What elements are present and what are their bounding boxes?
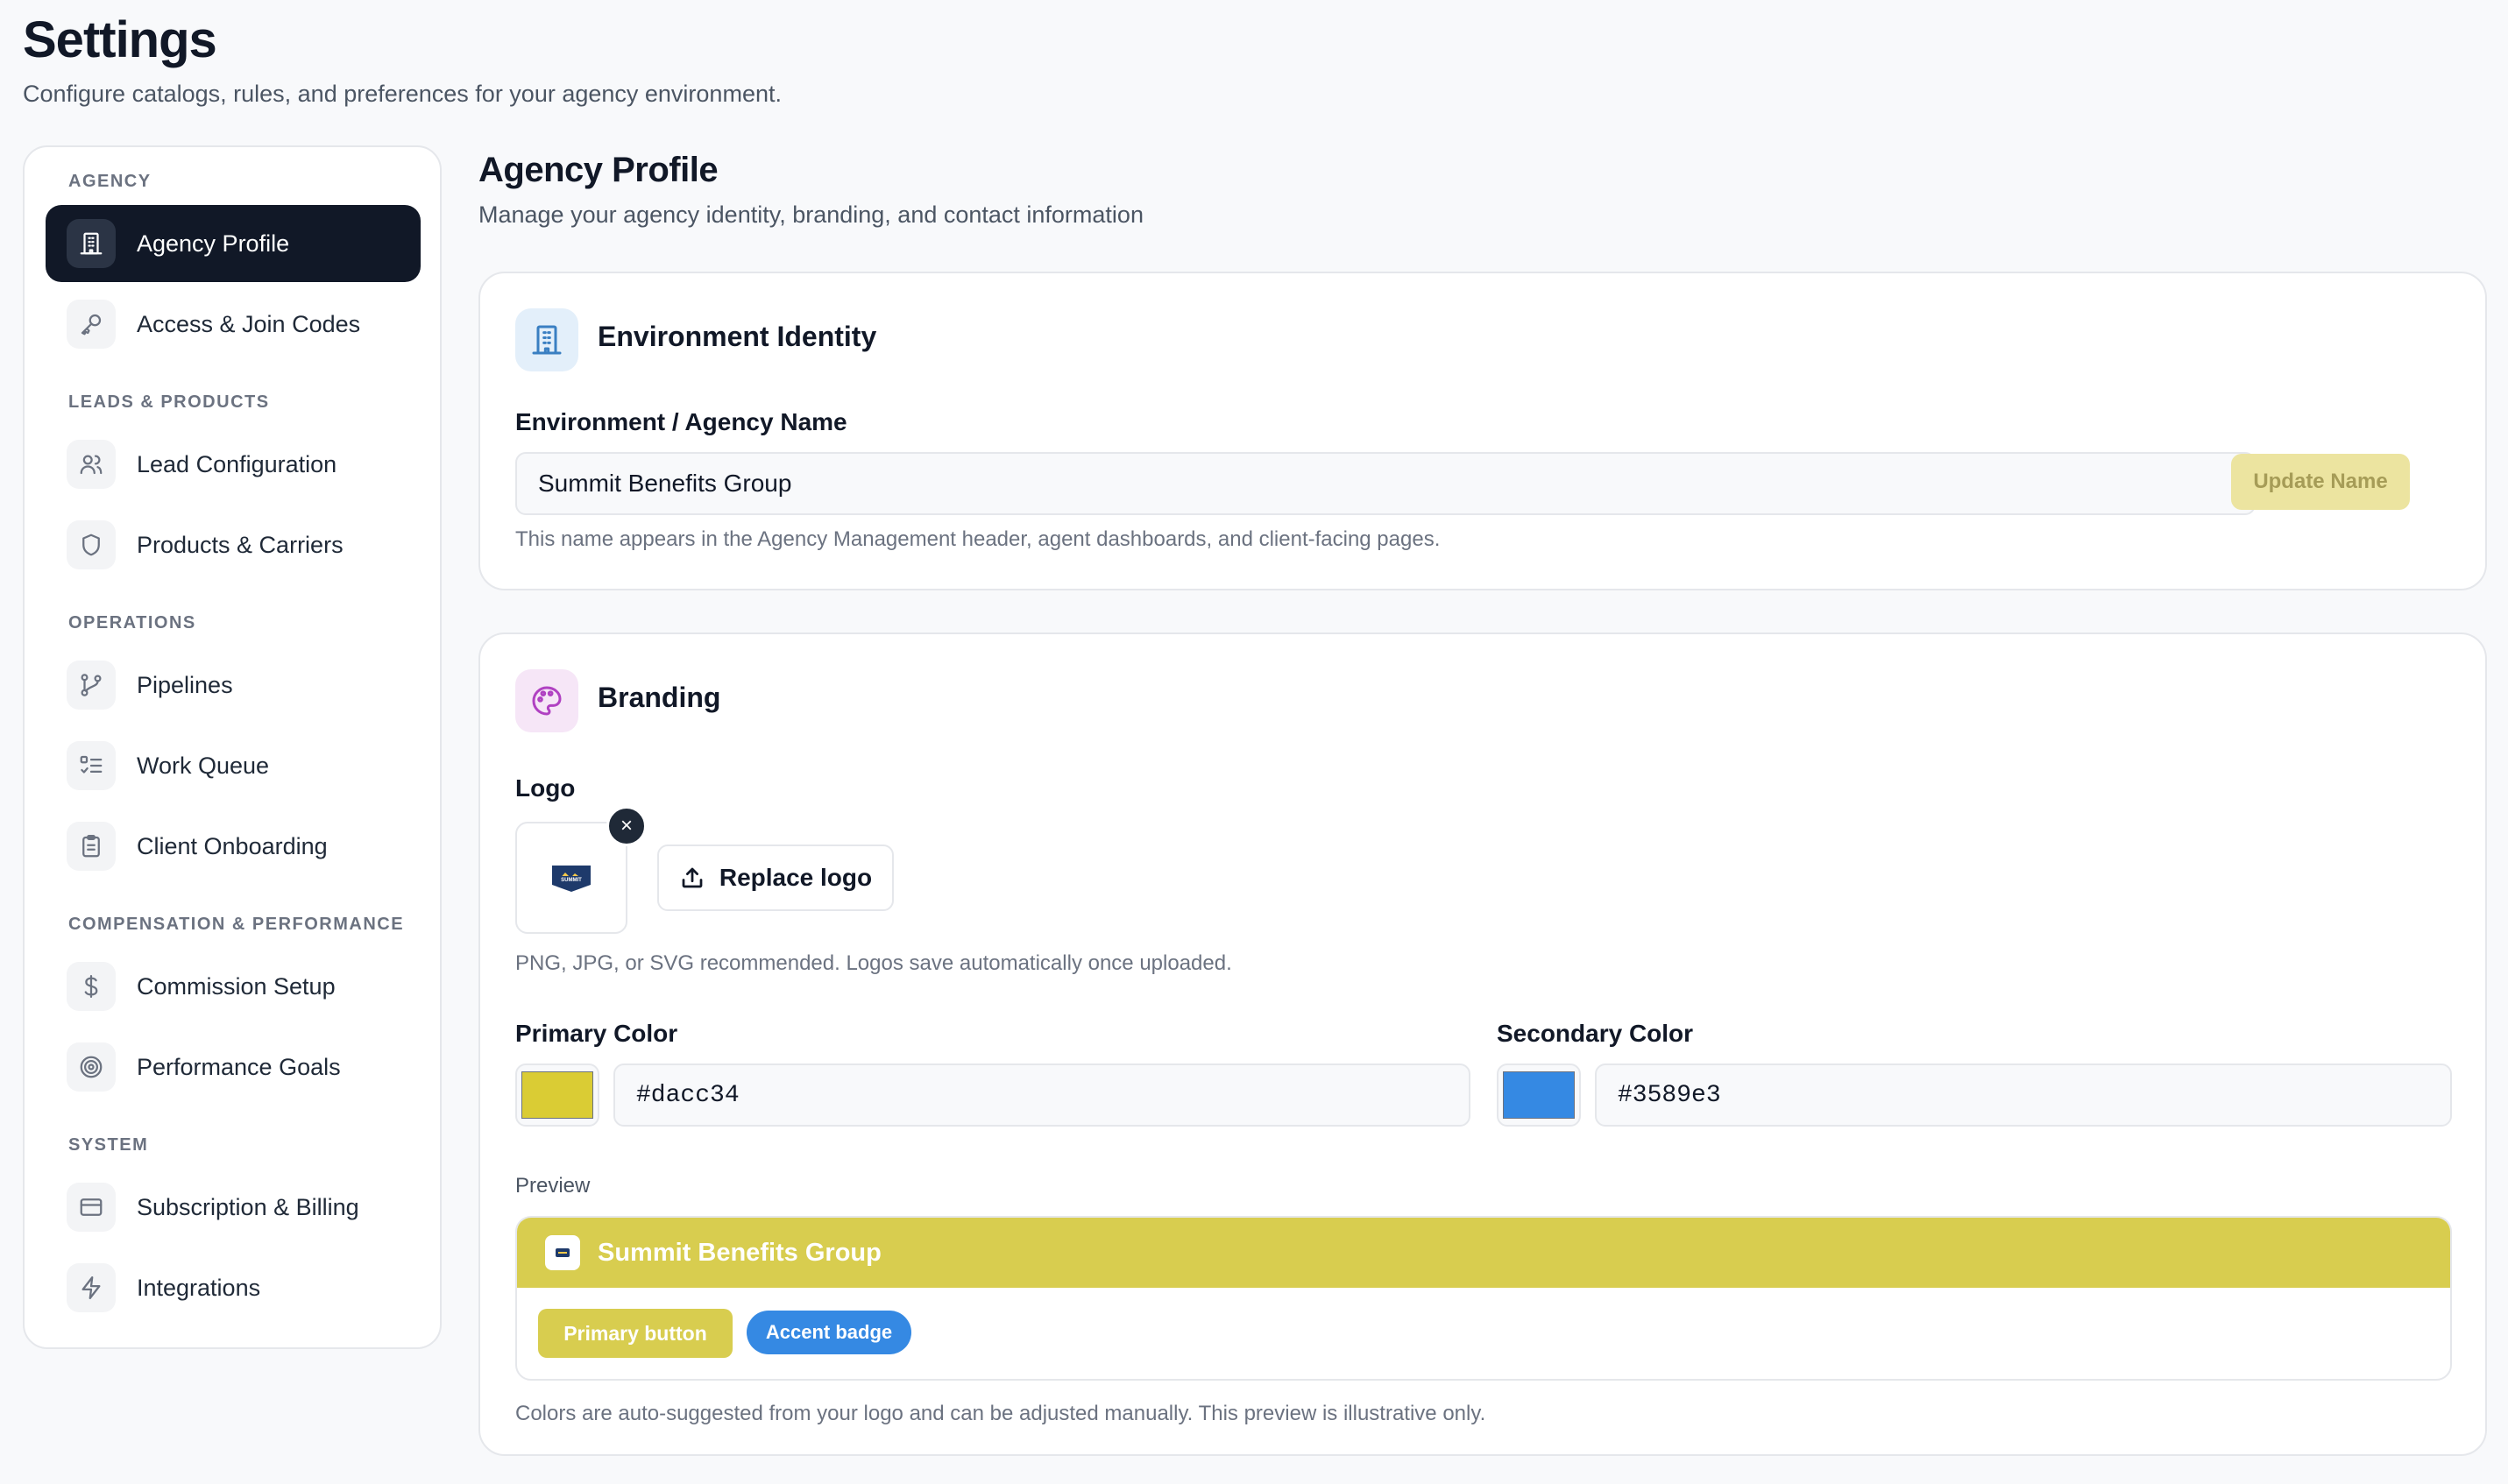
sidebar-item-label: Commission Setup [137,972,336,1000]
replace-logo-label: Replace logo [719,864,873,891]
sidebar-section-label: SYSTEM [68,1135,149,1155]
preview-help: Colors are auto-suggested from your logo… [515,1402,1486,1425]
card-title: Environment Identity [598,321,877,352]
building-icon [515,308,578,371]
preview-header-bar: Summit Benefits Group [517,1218,2450,1288]
credit-card-icon [67,1183,116,1232]
section-subtitle: Manage your agency identity, branding, a… [478,201,1144,228]
agency-name-label: Environment / Agency Name [515,408,847,435]
key-icon [67,300,116,349]
primary-color-picker[interactable] [515,1064,599,1127]
branding-preview: Summit Benefits Group Primary button Acc… [515,1216,2452,1381]
settings-sidebar: AGENCY Agency Profile Access & Join Codes L… [23,145,442,1349]
preview-label: Preview [515,1174,591,1198]
branding-card: Branding Logo SUMMIT × Replace logo PNG,… [478,632,2487,1456]
sidebar-item-label: Integrations [137,1274,261,1301]
list-checks-icon [67,741,116,790]
page-header: Settings Configure catalogs, rules, and … [23,7,782,108]
sidebar-item-integrations[interactable]: Integrations [46,1249,421,1326]
section-header: Agency Profile Manage your agency identi… [478,147,1144,229]
sidebar-section-label: AGENCY [68,172,152,191]
sidebar-item-label: Access & Join Codes [137,310,361,337]
page-title: Settings [23,11,217,68]
sidebar-item-label: Agency Profile [137,230,290,257]
palette-icon [515,669,578,732]
primary-color-swatch [521,1071,593,1119]
remove-logo-button[interactable]: × [606,806,647,846]
clipboard-icon [67,822,116,871]
zap-icon [67,1263,116,1312]
secondary-color-picker[interactable] [1497,1064,1581,1127]
secondary-color-label: Secondary Color [1497,1020,1694,1047]
summit-logo-icon: SUMMIT [552,866,591,892]
agency-name-help: This name appears in the Agency Manageme… [515,527,1441,551]
preview-accent-badge: Accent badge [747,1311,911,1354]
users-icon [67,440,116,489]
sidebar-item-label: Work Queue [137,752,270,779]
upload-icon [682,867,703,888]
building-icon [67,219,116,268]
sidebar-section-label: COMPENSATION & PERFORMANCE [68,915,405,934]
sidebar-item-agency-profile[interactable]: Agency Profile [46,205,421,282]
preview-primary-button: Primary button [538,1309,733,1358]
agency-name-input[interactable] [515,452,2256,515]
environment-identity-card: Environment Identity Environment / Agenc… [478,272,2487,590]
secondary-color-input[interactable] [1595,1064,2452,1127]
preview-agency-name: Summit Benefits Group [598,1238,882,1267]
shield-icon [67,520,116,569]
sidebar-item-lead-configuration[interactable]: Lead Configuration [46,426,421,503]
sidebar-item-access-join-codes[interactable]: Access & Join Codes [46,286,421,363]
sidebar-item-subscription-billing[interactable]: Subscription & Billing [46,1169,421,1246]
sidebar-item-label: Client Onboarding [137,832,328,859]
sidebar-item-pipelines[interactable]: Pipelines [46,647,421,724]
dollar-icon [67,962,116,1011]
sidebar-section-label: OPERATIONS [68,613,196,632]
preview-logo-icon [545,1235,580,1270]
logo-help: PNG, JPG, or SVG recommended. Logos save… [515,951,1232,975]
sidebar-item-label: Lead Configuration [137,450,337,477]
sidebar-item-performance-goals[interactable]: Performance Goals [46,1028,421,1106]
card-title: Branding [598,682,721,713]
logo-text: SUMMIT [561,878,582,883]
logo-label: Logo [515,774,576,802]
sidebar-item-label: Subscription & Billing [137,1193,359,1220]
target-icon [67,1042,116,1092]
update-name-button[interactable]: Update Name [2231,454,2410,510]
sidebar-item-work-queue[interactable]: Work Queue [46,727,421,804]
replace-logo-button[interactable]: Replace logo [657,844,894,911]
sidebar-item-label: Pipelines [137,671,233,698]
sidebar-item-label: Performance Goals [137,1053,341,1080]
sidebar-section-label: LEADS & PRODUCTS [68,392,270,412]
sidebar-item-products-carriers[interactable]: Products & Carriers [46,506,421,583]
sidebar-item-label: Products & Carriers [137,531,344,558]
sidebar-item-commission-setup[interactable]: Commission Setup [46,948,421,1025]
primary-color-input[interactable] [613,1064,1470,1127]
sidebar-item-client-onboarding[interactable]: Client Onboarding [46,808,421,885]
section-title: Agency Profile [478,151,719,189]
primary-color-label: Primary Color [515,1020,678,1047]
secondary-color-swatch [1503,1071,1575,1119]
page-subtitle: Configure catalogs, rules, and preferenc… [23,81,782,107]
git-branch-icon [67,661,116,710]
